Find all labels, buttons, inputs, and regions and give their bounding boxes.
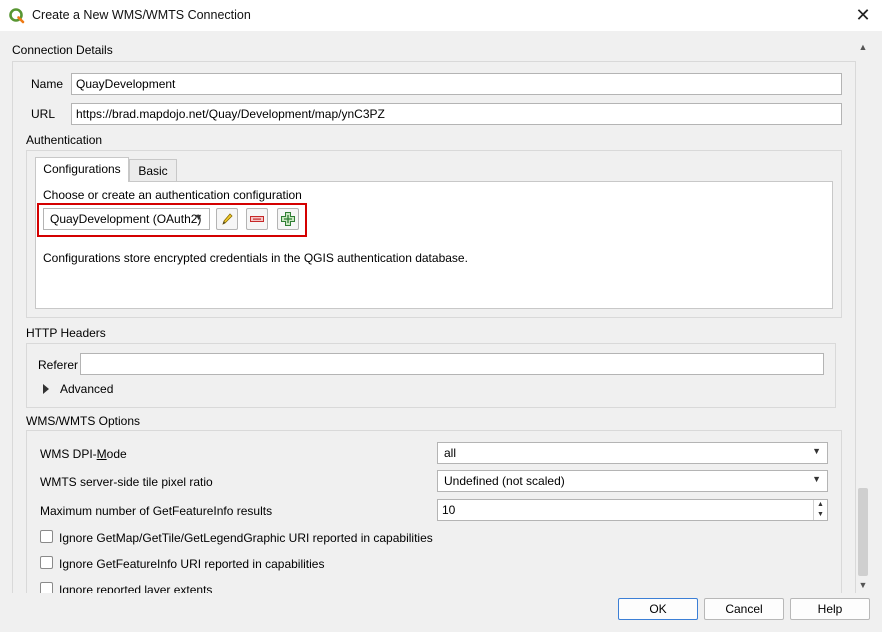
scroll-up-icon[interactable]: ▲ [858, 42, 868, 52]
dpi-mode-select[interactable]: all ▼ [437, 442, 828, 464]
title-bar: Create a New WMS/WMTS Connection ✕ [0, 0, 882, 31]
dpi-mode-value: all [444, 446, 457, 460]
expand-triangle-icon[interactable] [43, 384, 49, 394]
add-config-button[interactable] [277, 208, 299, 230]
wms-options-heading: WMS/WMTS Options [26, 414, 141, 428]
ignore-gfi-label: Ignore GetFeatureInfo URI reported in ca… [59, 557, 325, 571]
tile-ratio-label: WMTS server-side tile pixel ratio [40, 475, 213, 489]
tile-ratio-select[interactable]: Undefined (not scaled) ▼ [437, 470, 828, 492]
referer-label: Referer [38, 358, 79, 372]
pencil-icon [222, 213, 233, 225]
scrollbar-thumb[interactable] [858, 488, 868, 576]
tile-ratio-value: Undefined (not scaled) [444, 474, 565, 488]
auth-config-value: QuayDevelopment (OAuth2) [50, 212, 202, 226]
ignore-extents-label: Ignore reported layer extents [59, 583, 213, 593]
window-title: Create a New WMS/WMTS Connection [32, 8, 251, 22]
choose-config-label: Choose or create an authentication confi… [43, 188, 302, 202]
name-label: Name [31, 77, 64, 91]
auth-info-text: Configurations store encrypted credentia… [43, 251, 468, 265]
remove-config-button[interactable] [246, 208, 268, 230]
name-input[interactable]: QuayDevelopment [71, 73, 842, 95]
qgis-logo-icon [9, 8, 25, 24]
ignore-getmap-checkbox[interactable] [40, 530, 53, 543]
dpi-mode-label: WMS DPI-Mode [40, 447, 127, 461]
authentication-heading: Authentication [26, 133, 103, 147]
scroll-down-icon[interactable]: ▼ [858, 580, 868, 590]
ignore-gfi-checkbox[interactable] [40, 556, 53, 569]
cancel-button[interactable]: Cancel [704, 598, 784, 620]
auth-config-select[interactable]: QuayDevelopment (OAuth2) ▼ [43, 208, 210, 230]
ok-button[interactable]: OK [618, 598, 698, 620]
advanced-toggle[interactable]: Advanced [60, 382, 113, 396]
tab-configurations[interactable]: Configurations [35, 157, 129, 182]
dpi-mode-label-post: ode [106, 447, 127, 461]
max-gfi-value: 10 [442, 503, 456, 517]
chevron-down-icon: ▼ [194, 212, 203, 222]
max-gfi-spinbox[interactable]: 10 ▲ ▼ [437, 499, 828, 521]
ignore-extents-checkbox[interactable] [40, 582, 53, 593]
url-input[interactable]: https://brad.mapdojo.net/Quay/Developmen… [71, 103, 842, 125]
chevron-down-icon: ▼ [812, 446, 821, 456]
dialog-footer: OK Cancel Help [0, 593, 882, 632]
url-label: URL [31, 107, 56, 121]
plus-icon [281, 212, 295, 226]
spin-arrows-icon[interactable]: ▲ ▼ [813, 500, 827, 520]
http-headers-heading: HTTP Headers [26, 326, 106, 340]
dpi-mode-mnemonic: M [96, 447, 107, 461]
referer-input[interactable] [80, 353, 824, 375]
max-gfi-label: Maximum number of GetFeatureInfo results [40, 504, 273, 518]
connection-details-heading: Connection Details [12, 43, 113, 57]
close-icon[interactable]: ✕ [852, 5, 874, 25]
vertical-scrollbar[interactable]: ▲ ▼ [856, 40, 870, 593]
help-button[interactable]: Help [790, 598, 870, 620]
ignore-getmap-label: Ignore GetMap/GetTile/GetLegendGraphic U… [59, 531, 433, 545]
tab-basic[interactable]: Basic [129, 159, 177, 181]
chevron-down-icon: ▼ [812, 474, 821, 484]
dpi-mode-label-pre: WMS DPI- [40, 447, 97, 461]
minus-icon [250, 216, 264, 222]
edit-config-button[interactable] [216, 208, 238, 230]
scroll-area: Connection Details Name QuayDevelopment … [0, 31, 856, 593]
